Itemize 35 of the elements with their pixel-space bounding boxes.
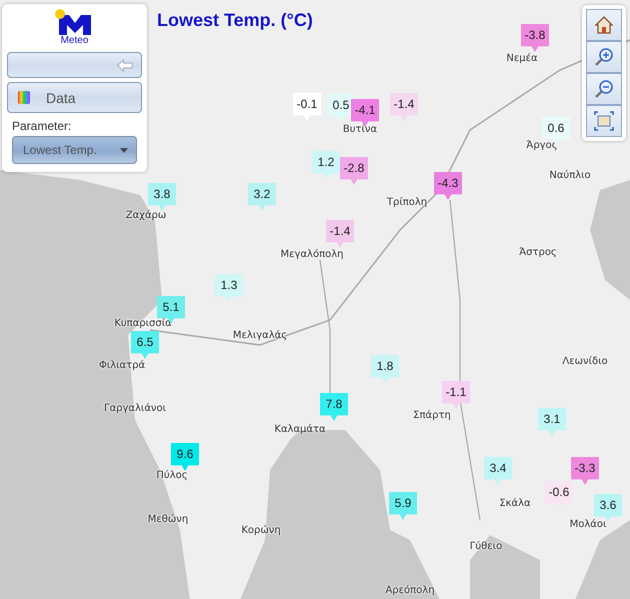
place-label: Γαργαλιάνοι <box>104 403 166 414</box>
place-label: Λεωνίδιο <box>562 356 608 367</box>
left-arrow-icon <box>117 58 133 72</box>
place-label: Βυτίνα <box>342 124 378 135</box>
zoom-out-icon <box>594 79 614 99</box>
zoom-out-button[interactable] <box>586 73 622 105</box>
place-label: Μελιγαλάς <box>232 330 288 341</box>
place-label: Γύθειο <box>470 541 502 552</box>
place-label: Ζαχάρω <box>126 210 166 221</box>
place-label: Νεμέα <box>506 53 538 64</box>
place-label: Άστρος <box>519 247 557 258</box>
place-label: Μεθώνη <box>148 514 188 525</box>
place-label: Μεγαλόπολη <box>280 249 344 260</box>
full-extent-icon <box>594 111 614 131</box>
place-label: Αρεόπολη <box>385 585 435 596</box>
place-label: Τρίπολη <box>386 197 428 208</box>
color-scale-icon <box>18 91 30 104</box>
place-label: Μολάοι <box>570 519 606 530</box>
place-label: Σκάλα <box>499 498 531 509</box>
place-label: Σπάρτη <box>413 410 451 421</box>
zoom-in-button[interactable] <box>586 41 622 73</box>
home-icon <box>594 15 614 35</box>
parameter-label: Parameter: <box>12 119 72 133</box>
zoom-in-icon <box>594 47 614 67</box>
logo-text: Meteo <box>60 35 88 46</box>
place-label: Πύλος <box>156 470 188 481</box>
data-button[interactable]: Data <box>7 82 142 113</box>
place-label: Φιλιατρά <box>98 360 146 371</box>
caret-icon <box>120 148 128 152</box>
place-label: Ναύπλιο <box>549 170 591 181</box>
place-label: Καλαμάτα <box>274 424 326 435</box>
home-button[interactable] <box>586 9 622 41</box>
full-extent-button[interactable] <box>586 105 622 137</box>
map-title: Lowest Temp. (°C) <box>157 10 313 31</box>
place-label: Κορώνη <box>241 525 281 536</box>
